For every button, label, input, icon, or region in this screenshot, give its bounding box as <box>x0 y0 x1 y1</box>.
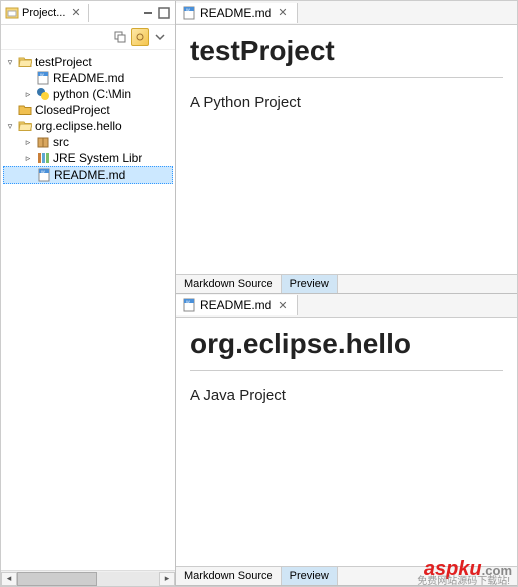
editor-tab[interactable]: README.md ✕ <box>176 3 298 23</box>
link-with-editor-icon[interactable] <box>131 28 149 46</box>
project-explorer-tab[interactable]: Project... ✕ <box>1 4 89 22</box>
scroll-right-button[interactable]: ▸ <box>159 572 175 586</box>
editor-tab[interactable]: README.md ✕ <box>176 295 298 315</box>
tree-node-label: org.eclipse.hello <box>35 119 122 133</box>
tab-markdown-source[interactable]: Markdown Source <box>176 567 282 585</box>
collapse-all-icon[interactable] <box>111 28 129 46</box>
editor-footer-tabs: Markdown SourcePreview <box>176 274 517 293</box>
tab-markdown-source[interactable]: Markdown Source <box>176 275 282 293</box>
minimize-icon[interactable] <box>141 6 155 20</box>
tree-node-label: README.md <box>53 71 124 85</box>
tree-node-label: src <box>53 135 69 149</box>
tree-node-readme-md[interactable]: README.md <box>3 166 173 184</box>
file-md-icon <box>182 6 196 20</box>
close-icon[interactable]: ✕ <box>275 6 290 19</box>
divider <box>190 370 503 371</box>
package-icon <box>36 135 50 149</box>
close-icon[interactable]: ✕ <box>68 6 83 19</box>
divider <box>190 77 503 78</box>
expander-icon <box>23 73 33 83</box>
view-header: Project... ✕ <box>1 1 175 25</box>
tree-node-label: README.md <box>54 168 125 182</box>
editor-pane: README.md ✕ testProject A Python Project Mar… <box>176 1 517 294</box>
tree-node-src[interactable]: ▹ src <box>3 134 173 150</box>
tree-node-label: python (C:\Min <box>53 87 131 101</box>
scroll-thumb[interactable] <box>17 572 97 586</box>
file-md-icon <box>36 71 50 85</box>
expander-icon[interactable]: ▹ <box>23 137 33 147</box>
tree-node-jre-system-libr[interactable]: ▹ JRE System Libr <box>3 150 173 166</box>
tree-node-readme-md[interactable]: README.md <box>3 70 173 86</box>
close-icon[interactable]: ✕ <box>275 299 290 312</box>
preview-heading: testProject <box>190 35 503 67</box>
expander-icon <box>5 105 15 115</box>
tree-node-label: ClosedProject <box>35 103 110 117</box>
view-toolbar <box>1 25 175 50</box>
project-open-icon <box>18 119 32 133</box>
view-header-controls <box>141 6 175 20</box>
expander-icon <box>24 170 34 180</box>
expander-icon[interactable]: ▹ <box>23 89 33 99</box>
watermark-subtitle: 免费网站源码下载站! <box>417 572 510 587</box>
file-md-icon <box>182 298 196 312</box>
project-tree: ▿ testProject README.md ▹ python (C:\Min Clos… <box>1 50 175 570</box>
tab-preview[interactable]: Preview <box>282 567 338 585</box>
editor-content: testProject A Python Project <box>176 25 517 274</box>
preview-heading: org.eclipse.hello <box>190 328 503 360</box>
library-icon <box>36 151 50 165</box>
tree-node-closedproject[interactable]: ClosedProject <box>3 102 173 118</box>
tree-node-python-c-min[interactable]: ▹ python (C:\Min <box>3 86 173 102</box>
maximize-icon[interactable] <box>157 6 171 20</box>
python-icon <box>36 87 50 101</box>
scroll-track[interactable] <box>17 572 159 586</box>
editor-pane: README.md ✕ org.eclipse.hello A Java Projec… <box>176 294 517 587</box>
file-md-icon <box>37 168 51 182</box>
project-open-icon <box>18 55 32 69</box>
editor-tab-label: README.md <box>200 298 271 312</box>
tree-node-testproject[interactable]: ▿ testProject <box>3 54 173 70</box>
expander-icon[interactable]: ▿ <box>5 121 15 131</box>
preview-paragraph: A Java Project <box>190 387 503 404</box>
tree-node-org-eclipse-hello[interactable]: ▿ org.eclipse.hello <box>3 118 173 134</box>
editor-tab-label: README.md <box>200 6 271 20</box>
project-explorer-view: Project... ✕ ▿ testProject README.md ▹ pytho… <box>1 1 176 586</box>
preview-paragraph: A Python Project <box>190 94 503 111</box>
project-closed-icon <box>18 103 32 117</box>
project-explorer-icon <box>5 6 19 20</box>
tree-node-label: JRE System Libr <box>53 151 142 165</box>
editor-content: org.eclipse.hello A Java Project <box>176 318 517 567</box>
tree-node-label: testProject <box>35 55 92 69</box>
editor-tabbar: README.md ✕ <box>176 294 517 318</box>
tab-preview[interactable]: Preview <box>282 275 338 293</box>
expander-icon[interactable]: ▹ <box>23 153 33 163</box>
view-menu-icon[interactable] <box>151 28 169 46</box>
scroll-left-button[interactable]: ◂ <box>1 572 17 586</box>
editor-tabbar: README.md ✕ <box>176 1 517 25</box>
expander-icon[interactable]: ▿ <box>5 57 15 67</box>
editor-area: README.md ✕ testProject A Python Project Mar… <box>176 1 517 586</box>
view-title: Project... <box>22 7 65 19</box>
horizontal-scrollbar[interactable]: ◂ ▸ <box>1 570 175 586</box>
